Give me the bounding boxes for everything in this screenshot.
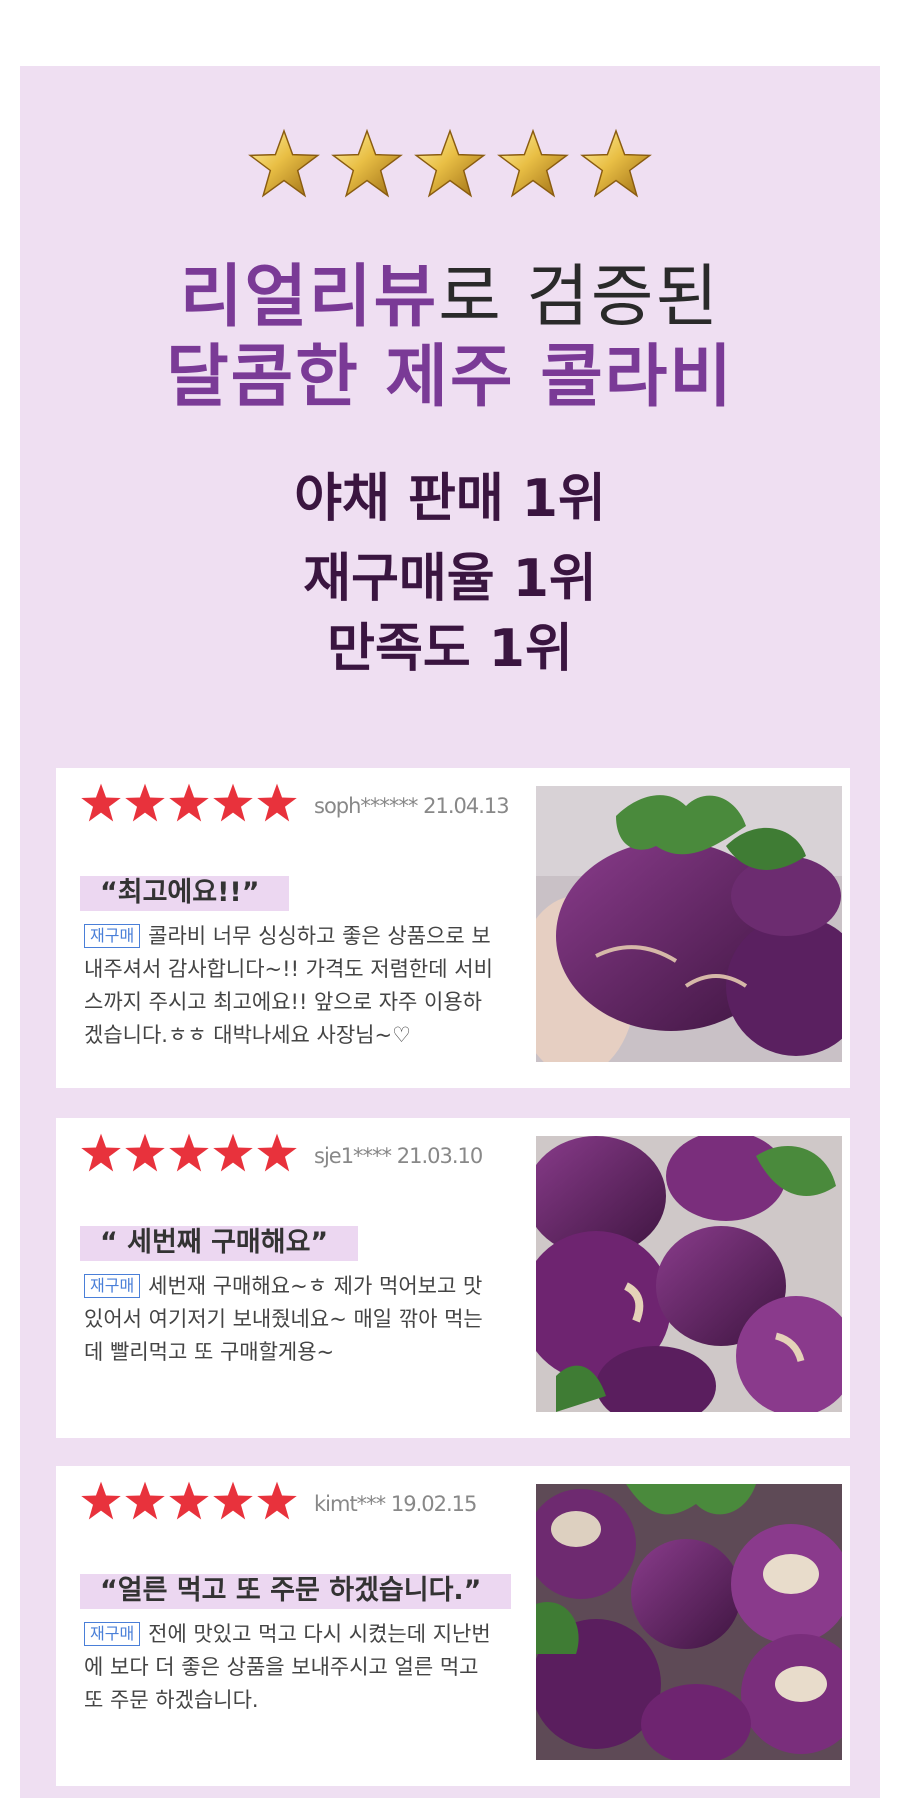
review-star-rating — [80, 1132, 300, 1184]
red-star-icon — [80, 1132, 122, 1174]
red-star-icon — [212, 782, 254, 824]
kohlrabi-photo — [536, 786, 842, 1062]
red-star-icon — [80, 1480, 122, 1522]
gold-star-icon — [414, 128, 486, 200]
review-body: 재구매 전에 맛있고 먹고 다시 시켰는데 지난번에 보다 더 좋은 상품을 보내… — [84, 1618, 494, 1717]
review-title-text: “최고에요!!” — [100, 877, 260, 908]
review-title: “ 세번째 구매해요” — [80, 1218, 359, 1261]
review-text: 전에 맛있고 먹고 다시 시켰는데 지난번에 보다 더 좋은 상품을 보내주시고… — [84, 1622, 491, 1712]
review-body: 재구매 콜라비 너무 싱싱하고 좋은 상품으로 보내주셔서 감사합니다~!! 가격… — [84, 920, 494, 1052]
red-star-icon — [256, 782, 298, 824]
red-star-icon — [168, 782, 210, 824]
kohlrabi-photo — [536, 1484, 842, 1760]
review-user-date: soph****** 21.04.13 — [314, 794, 510, 818]
ranking-sales: 야채 판매 1위 — [0, 468, 900, 530]
headline-line-2: 달콤한 제주 콜라비 — [166, 338, 734, 417]
red-star-icon — [256, 1132, 298, 1174]
red-star-icon — [124, 1480, 166, 1522]
red-star-icon — [212, 1480, 254, 1522]
review-body: 재구매 세번재 구매해요~ㅎ 제가 먹어보고 맛있어서 여기저기 보내줬네요~ 매… — [84, 1270, 494, 1369]
review-title: “최고에요!!” — [80, 868, 290, 911]
ranking-text: 만족도 1위 — [299, 618, 601, 680]
review-user-date: kimt*** 19.02.15 — [314, 1492, 477, 1516]
repurchase-badge: 재구매 — [84, 1274, 141, 1298]
ranking-satisfaction: 만족도 1위 — [0, 618, 900, 680]
repurchase-badge: 재구매 — [84, 1622, 141, 1646]
red-star-icon — [124, 1132, 166, 1174]
gold-star-icon — [331, 128, 403, 200]
gold-star-icon — [497, 128, 569, 200]
gold-star-rating — [0, 128, 900, 204]
ranking-repurchase: 재구매율 1위 — [0, 548, 900, 610]
review-title: “얼른 먹고 또 주문 하겠습니다.” — [80, 1566, 512, 1609]
ranking-text: 야채 판매 1위 — [266, 468, 634, 530]
gold-star-icon — [248, 128, 320, 200]
red-star-icon — [80, 782, 122, 824]
repurchase-badge: 재구매 — [84, 924, 141, 948]
review-star-rating — [80, 1480, 300, 1532]
red-star-icon — [124, 782, 166, 824]
red-star-icon — [212, 1132, 254, 1174]
review-text: 콜라비 너무 싱싱하고 좋은 상품으로 보내주셔서 감사합니다~!! 가격도 저… — [84, 924, 493, 1047]
review-card: soph****** 21.04.13 “최고에요!!” 재구매 콜라비 너무 싱… — [56, 768, 850, 1088]
review-user-date: sje1**** 21.03.10 — [314, 1144, 483, 1168]
kohlrabi-photo — [536, 1136, 842, 1412]
review-card: kimt*** 19.02.15 “얼른 먹고 또 주문 하겠습니다.” 재구매… — [56, 1466, 850, 1786]
review-card: sje1**** 21.03.10 “ 세번째 구매해요” 재구매 세번재 구매해… — [56, 1118, 850, 1438]
red-star-icon — [256, 1480, 298, 1522]
ranking-text: 재구매율 1위 — [275, 548, 625, 610]
review-title-text: “ 세번째 구매해요” — [100, 1227, 329, 1258]
red-star-icon — [168, 1132, 210, 1174]
headline-highlight: 리얼리뷰 — [179, 258, 439, 337]
headline-line-1: 리얼리뷰로 검증된 — [0, 258, 900, 338]
review-star-rating — [80, 782, 300, 834]
gold-star-icon — [580, 128, 652, 200]
red-star-icon — [168, 1480, 210, 1522]
review-title-text: “얼른 먹고 또 주문 하겠습니다.” — [100, 1575, 482, 1606]
review-text: 세번재 구매해요~ㅎ 제가 먹어보고 맛있어서 여기저기 보내줬네요~ 매일 깎… — [84, 1274, 483, 1364]
headline-rest: 로 검증된 — [438, 258, 721, 337]
